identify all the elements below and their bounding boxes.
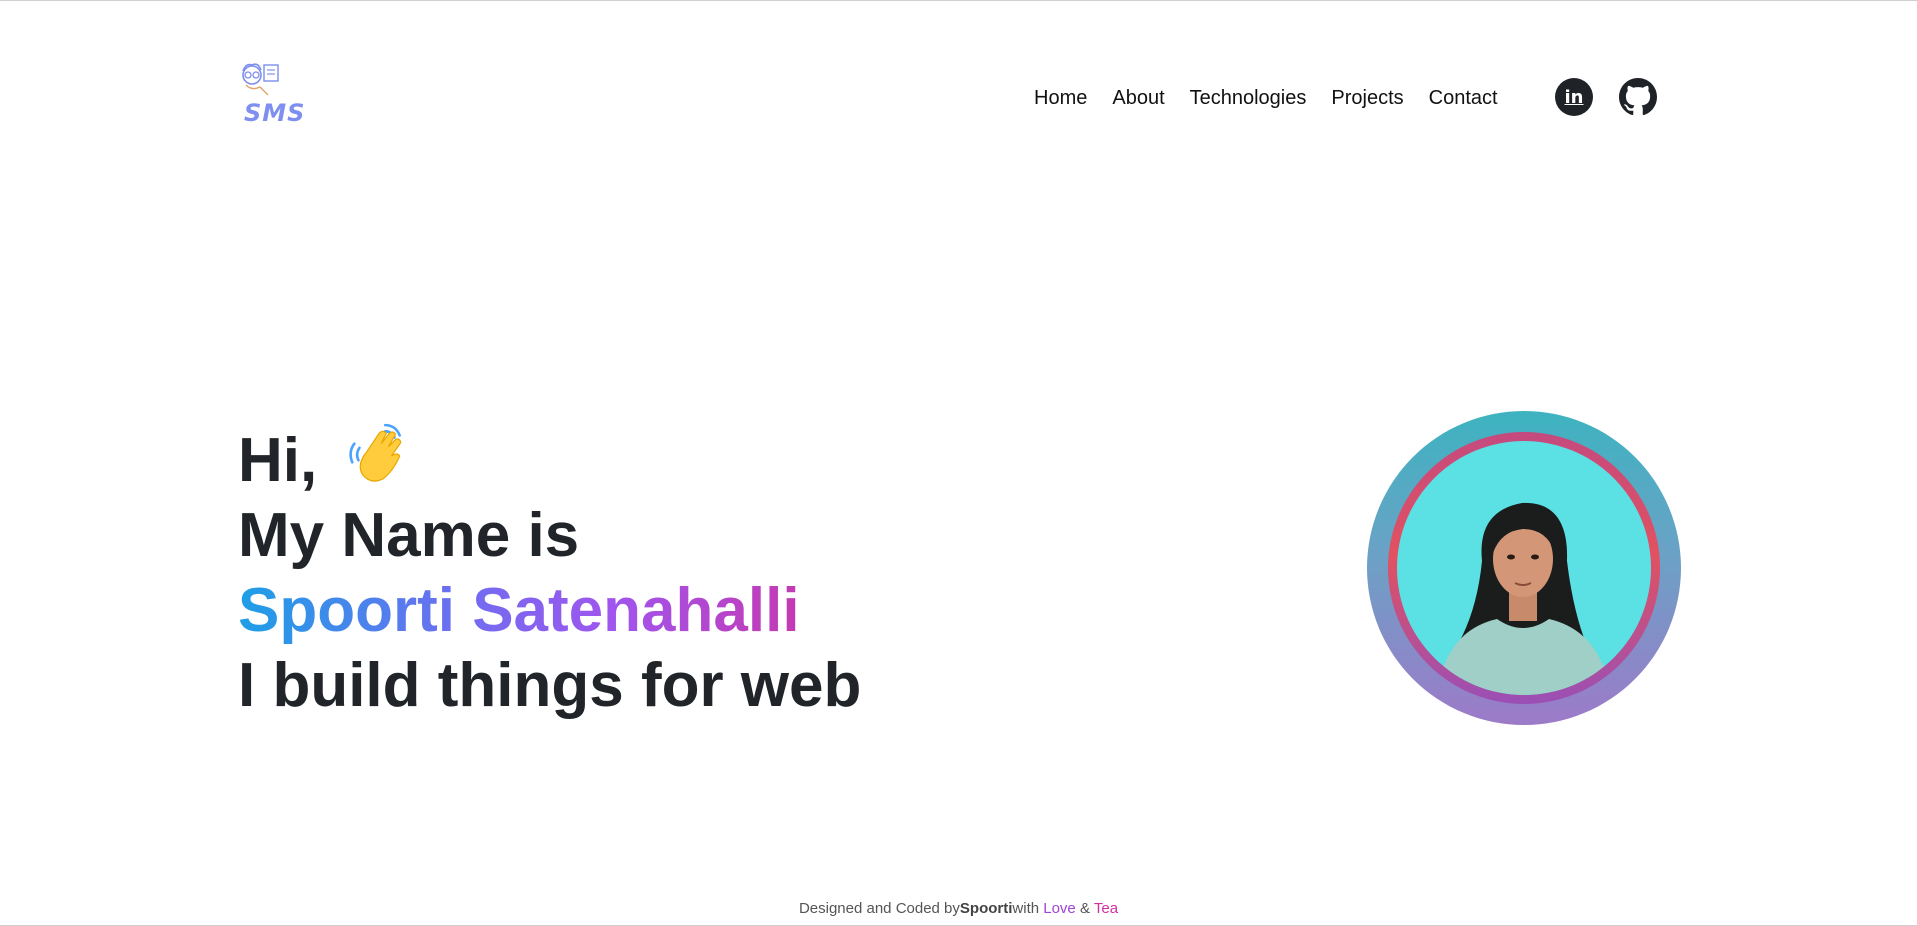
profile-photo [1397,441,1651,695]
footer-prefix: Designed and Coded by [798,900,960,917]
nav-contact[interactable]: Contact [1429,85,1498,111]
main-nav: Home About Technologies Projects Contact [1034,85,1498,111]
hero-greeting: Hi, [238,426,318,495]
logo-text: SMS [244,99,306,127]
nav-about[interactable]: About [1112,85,1164,111]
site-footer: Designed and Coded bySpoortiwith Love & … [0,900,1917,917]
hero-tagline: I build things for web [238,651,862,720]
nav-home[interactable]: Home [1034,85,1087,111]
footer-amp: & [1075,900,1094,917]
footer-tea: Tea [1093,900,1119,917]
footer-author: Spoorti [959,900,1013,917]
footer-with: with [1012,900,1044,917]
hero-intro: Hi, My Name is Spoorti Satenahalli I bui… [238,421,861,723]
social-links: in [1555,78,1657,116]
hero-name: Spoorti Satenahalli [238,573,861,648]
person-portrait-icon [1437,502,1611,695]
hero-name-intro: My Name is [238,501,580,570]
nav-projects[interactable]: Projects [1331,85,1403,111]
linkedin-icon[interactable]: in [1555,78,1593,116]
hero-greeting-line: Hi, [238,421,861,498]
footer-love: Love [1043,900,1076,917]
waving-hand-icon [349,423,402,482]
github-icon[interactable] [1619,78,1657,116]
nav-technologies[interactable]: Technologies [1190,85,1307,111]
profile-photo-frame [1367,411,1681,725]
linkedin-label: in [1564,86,1584,108]
portfolio-page: SMS Home About Technologies Projects Con… [0,0,1917,926]
site-logo[interactable]: SMS [238,61,308,127]
